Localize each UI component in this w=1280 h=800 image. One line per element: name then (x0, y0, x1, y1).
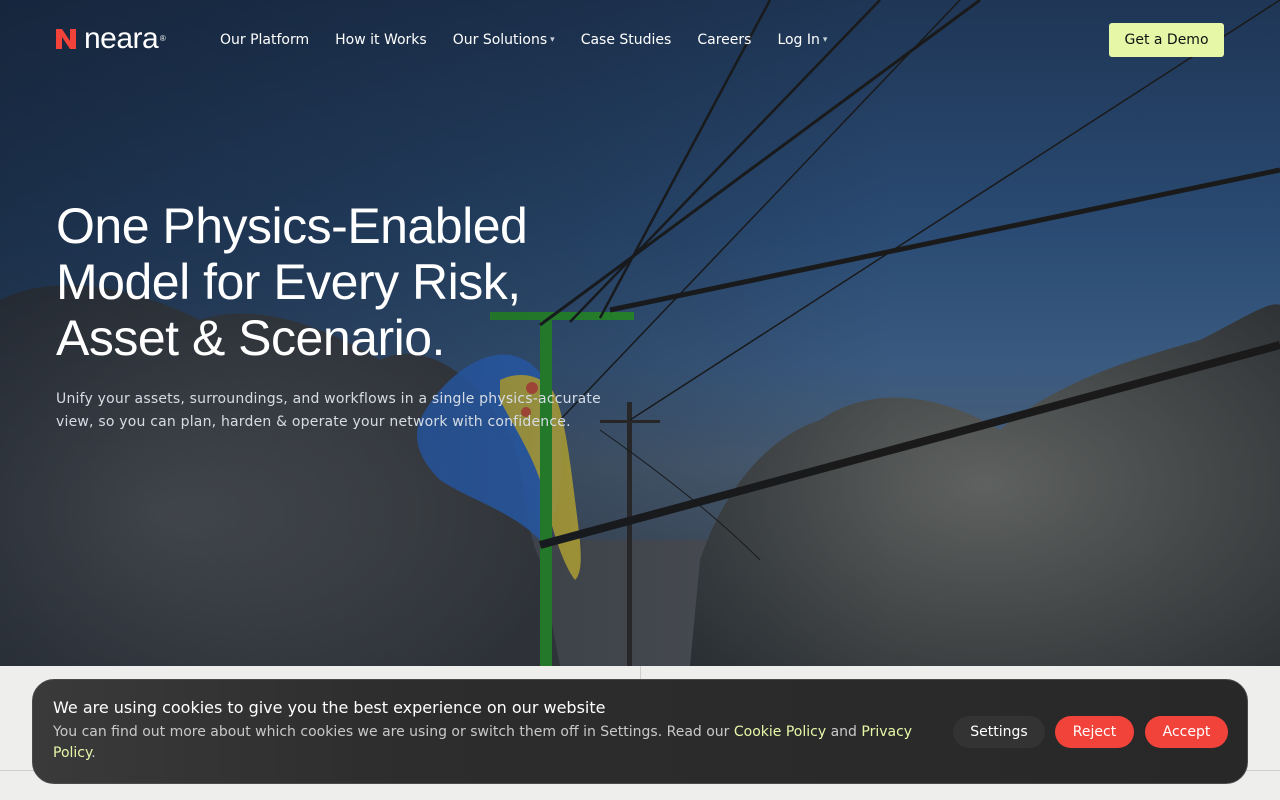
cookie-reject-button[interactable]: Reject (1055, 716, 1134, 748)
headline-line-3: Asset & Scenario. (56, 310, 445, 366)
hero-subtext: Unify your assets, surroundings, and wor… (56, 391, 601, 430)
get-a-demo-button[interactable]: Get a Demo (1109, 23, 1224, 57)
chevron-down-icon: ▾ (822, 35, 828, 45)
logo-wordmark: neara ® (84, 22, 166, 55)
main-nav: Our Platform How it Works Our Solutions ▾… (220, 30, 853, 50)
headline-line-1: One Physics-Enabled (56, 198, 528, 254)
chevron-down-icon: ▾ (550, 35, 555, 45)
cookie-text-intro: You can find out more about which cookie… (53, 724, 734, 740)
cookie-banner-title: We are using cookies to give you the bes… (53, 698, 606, 717)
nav-our-platform[interactable]: Our Platform (220, 30, 309, 50)
nav-our-solutions[interactable]: Our Solutions ▾ (453, 30, 555, 50)
nav-case-studies[interactable]: Case Studies (581, 30, 672, 50)
neara-logo[interactable]: neara ® (56, 22, 166, 55)
registered-mark: ® (159, 34, 166, 43)
cookie-policy-link[interactable]: Cookie Policy (734, 724, 826, 740)
cookie-settings-button[interactable]: Settings (953, 716, 1045, 748)
cookie-accept-button[interactable]: Accept (1145, 716, 1228, 748)
cookie-banner: We are using cookies to give you the bes… (32, 679, 1248, 784)
hero-headline: One Physics-Enabled Model for Every Risk… (56, 198, 616, 366)
headline-line-2: Model for Every Risk, (56, 254, 521, 310)
cookie-text-end: . (91, 745, 96, 761)
nav-careers[interactable]: Careers (697, 30, 751, 50)
cookie-banner-text: You can find out more about which cookie… (53, 722, 933, 764)
site-header: neara ® Our Platform How it Works Our Sol… (0, 0, 1280, 80)
neara-logo-mark-icon (56, 29, 76, 49)
cookie-text-and: and (826, 724, 862, 740)
nav-how-it-works[interactable]: How it Works (335, 30, 427, 50)
nav-log-in[interactable]: Log In ▾ (777, 30, 827, 50)
